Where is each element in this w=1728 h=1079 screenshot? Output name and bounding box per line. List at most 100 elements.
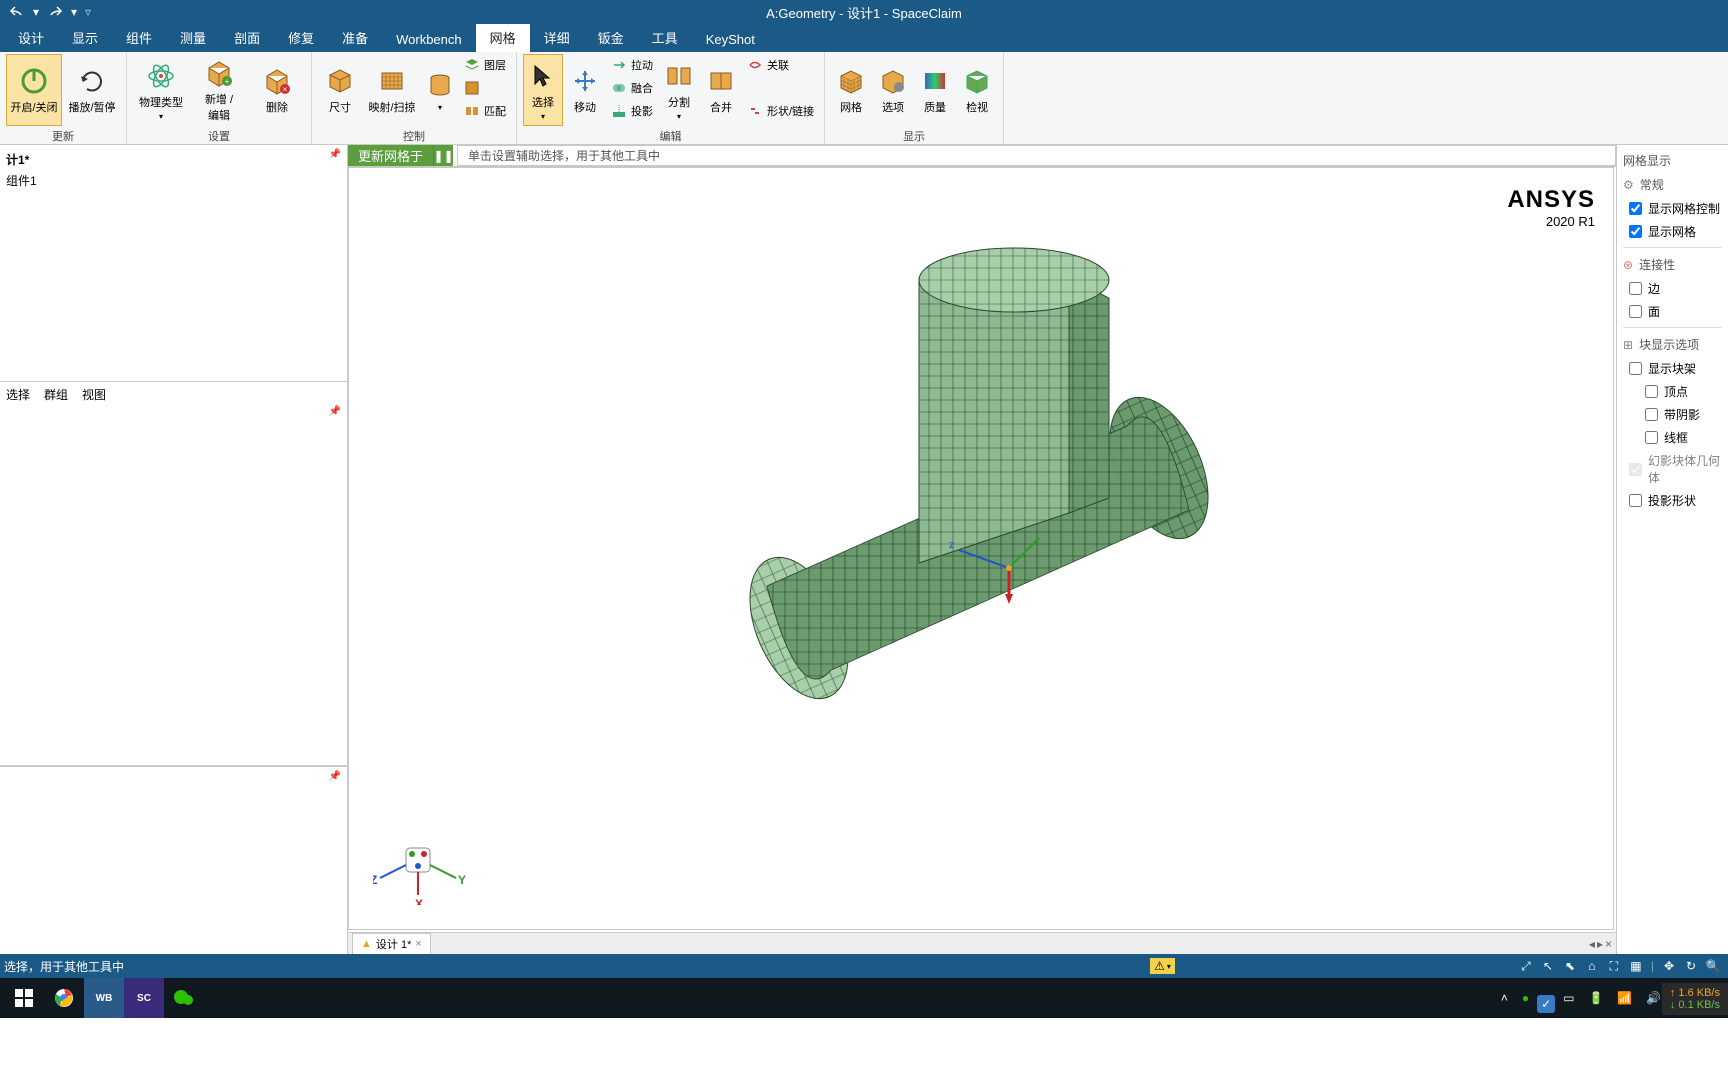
tab-close[interactable]: ×: [1605, 937, 1612, 951]
cursor-status-icon[interactable]: ↖: [1537, 956, 1559, 976]
undo-button[interactable]: [6, 2, 28, 22]
tab-next[interactable]: ▸: [1597, 937, 1603, 951]
ansys-logo: ANSYS 2020 R1: [1507, 186, 1595, 229]
qat-customize[interactable]: ▿: [82, 2, 94, 22]
sel-tab-view[interactable]: 视图: [82, 386, 106, 403]
tab-detail[interactable]: 详细: [530, 23, 584, 52]
tab-assembly[interactable]: 组件: [112, 23, 166, 52]
tree-design-root[interactable]: 计1*: [6, 149, 341, 170]
size-button[interactable]: 尺寸: [318, 54, 362, 126]
redo-button[interactable]: [44, 2, 66, 22]
move-button[interactable]: 移动: [565, 54, 605, 126]
tab-mesh[interactable]: 网格: [476, 23, 530, 52]
svg-text:+: +: [225, 77, 230, 86]
tray-up-icon[interactable]: ˄: [1495, 978, 1514, 1018]
tray-vpn-icon[interactable]: ✓: [1537, 995, 1555, 1013]
chk-edge[interactable]: [1629, 282, 1642, 295]
tray-rect-icon[interactable]: ▭: [1557, 978, 1580, 1018]
redo-dropdown[interactable]: ▾: [68, 2, 80, 22]
options-icon: [877, 65, 909, 97]
chrome-icon[interactable]: [44, 978, 84, 1018]
cursor2-icon[interactable]: ⬉: [1559, 956, 1581, 976]
tab-repair[interactable]: 修复: [274, 23, 328, 52]
select-button[interactable]: 选择 ▾: [523, 54, 563, 126]
tab-prepare[interactable]: 准备: [328, 23, 382, 52]
structure-tree[interactable]: 📌 计1* 组件1: [0, 145, 347, 382]
home-icon[interactable]: ⌂: [1581, 956, 1603, 976]
tab-design[interactable]: 设计: [4, 23, 58, 52]
ribbon-group-setup: 物理类型 ▾ + 新增 / 编辑 × 删除 设置: [127, 52, 312, 144]
tree-component[interactable]: 组件1: [6, 170, 341, 191]
chk-vertex[interactable]: [1645, 385, 1658, 398]
start-button[interactable]: [4, 978, 44, 1018]
pin-icon[interactable]: 📌: [329, 771, 341, 782]
3d-viewport[interactable]: ANSYS 2020 R1: [348, 167, 1614, 930]
options-button[interactable]: 选项: [873, 54, 913, 126]
ribbon: 开启/关闭 播放/暂停 更新 物理类型 ▾ +: [0, 52, 1728, 145]
fuse-button[interactable]: 融合: [607, 77, 657, 99]
physics-type-button[interactable]: 物理类型 ▾: [133, 54, 189, 126]
open-close-button[interactable]: 开启/关闭: [6, 54, 62, 126]
tab-measure[interactable]: 测量: [166, 23, 220, 52]
tab-workbench[interactable]: Workbench: [382, 27, 476, 52]
layer-button[interactable]: 图层: [460, 54, 510, 76]
ribbon-group-control: 尺寸 映射/扫掠 ▾ 图层: [312, 52, 517, 144]
play-pause-button[interactable]: 播放/暂停: [64, 54, 120, 126]
fuse-icon: [611, 80, 627, 96]
viewport-container: 更新网格于 ❚❚ 单击设置辅助选择，用于其他工具中 ANSYS 2020 R1: [348, 145, 1616, 954]
assoc-button[interactable]: 关联: [743, 54, 818, 76]
extra-button[interactable]: [460, 77, 510, 99]
map-sweep-button[interactable]: 映射/扫掠: [364, 54, 420, 126]
undo-dropdown[interactable]: ▾: [30, 2, 42, 22]
chk-show-block[interactable]: [1629, 362, 1642, 375]
zoom-icon[interactable]: 🔍: [1702, 956, 1724, 976]
pause-icon[interactable]: ❚❚: [433, 145, 453, 166]
delete-button[interactable]: × 删除: [249, 54, 305, 126]
tray-wechat-icon[interactable]: ●: [1516, 978, 1535, 1018]
pull-button[interactable]: 拉动: [607, 54, 657, 76]
merge-button[interactable]: 合并: [701, 54, 741, 126]
svg-text:X: X: [415, 897, 423, 905]
mesh-cube-icon: [835, 65, 867, 97]
tab-sheetmetal[interactable]: 钣金: [584, 23, 638, 52]
expand-icon[interactable]: ⤢: [1515, 956, 1537, 976]
match-button[interactable]: 匹配: [460, 100, 510, 122]
pin-icon[interactable]: 📌: [329, 149, 341, 160]
chk-wireframe[interactable]: [1645, 431, 1658, 444]
tab-tools[interactable]: 工具: [638, 23, 692, 52]
barrel-button[interactable]: ▾: [422, 54, 458, 126]
sc-icon[interactable]: SC: [124, 978, 164, 1018]
pan-icon[interactable]: ✥: [1658, 956, 1680, 976]
orbit-icon[interactable]: ↻: [1680, 956, 1702, 976]
chk-shaded[interactable]: [1645, 408, 1658, 421]
view-button[interactable]: 检视: [957, 54, 997, 126]
chk-project-shape[interactable]: [1629, 494, 1642, 507]
view-triad[interactable]: X Y Z: [373, 825, 473, 905]
wechat-icon[interactable]: [164, 978, 204, 1018]
wifi-icon[interactable]: 📶: [1611, 978, 1638, 1018]
cube-add-icon: +: [203, 57, 235, 89]
split-button[interactable]: 分割 ▾: [659, 54, 699, 126]
battery-icon[interactable]: 🔋: [1582, 978, 1609, 1018]
tab-prev[interactable]: ◂: [1589, 937, 1595, 951]
project-button[interactable]: 投影: [607, 100, 657, 122]
close-tab-icon[interactable]: ×: [415, 938, 421, 950]
fit-icon[interactable]: ⛶: [1603, 956, 1625, 976]
wb-icon[interactable]: WB: [84, 978, 124, 1018]
pin-icon[interactable]: 📌: [329, 406, 341, 417]
grid-icon[interactable]: ▦: [1625, 956, 1647, 976]
new-edit-button[interactable]: + 新增 / 编辑: [191, 54, 247, 126]
warning-badge[interactable]: ⚠▾: [1150, 958, 1175, 974]
tab-display[interactable]: 显示: [58, 23, 112, 52]
sel-tab-group[interactable]: 群组: [44, 386, 68, 403]
mesh-display-button[interactable]: 网格: [831, 54, 871, 126]
document-tab[interactable]: ▲ 设计 1* ×: [352, 933, 431, 954]
chk-face[interactable]: [1629, 305, 1642, 318]
tab-keyshot[interactable]: KeyShot: [692, 27, 769, 52]
chk-show-mesh-control[interactable]: [1629, 202, 1642, 215]
sel-tab-select[interactable]: 选择: [6, 386, 30, 403]
quality-button[interactable]: 质量: [915, 54, 955, 126]
shape-link-button[interactable]: 形状/链接: [743, 100, 818, 122]
chk-show-mesh[interactable]: [1629, 225, 1642, 238]
tab-section[interactable]: 剖面: [220, 23, 274, 52]
